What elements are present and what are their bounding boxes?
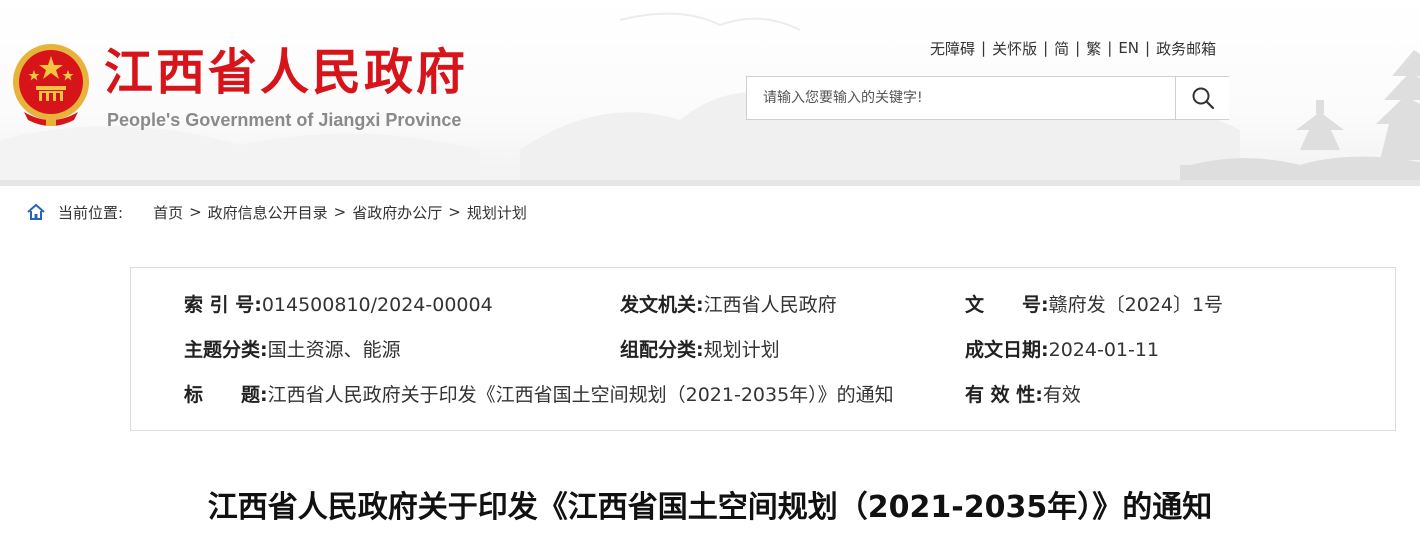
breadcrumb: 当前位置: 首页 > 政府信息公开目录 > 省政府办公厅 > 规划计划 — [26, 201, 527, 223]
link-gov-mail[interactable]: 政务邮箱 — [1156, 38, 1216, 59]
meta-value: 赣府发〔2024〕1号 — [1048, 294, 1224, 316]
breadcrumb-label: 当前位置: — [58, 203, 124, 222]
meta-label: 发文机关: — [620, 294, 704, 316]
search-box — [746, 76, 1229, 120]
meta-value: 江西省人民政府关于印发《江西省国土空间规划（2021-2035年）》的通知 — [267, 384, 894, 406]
separator: | — [1043, 39, 1049, 57]
separator: | — [1075, 39, 1081, 57]
search-icon — [1192, 87, 1214, 110]
breadcrumb-separator: > — [448, 203, 461, 221]
meta-doc-no: 文 号:赣府发〔2024〕1号 — [965, 292, 1223, 318]
link-accessibility[interactable]: 无障碍 — [930, 38, 975, 59]
meta-value: 国土资源、能源 — [267, 339, 401, 361]
breadcrumb-item-general-office[interactable]: 省政府办公厅 — [352, 202, 442, 223]
home-icon — [27, 203, 45, 220]
meta-validity: 有 效 性:有效 — [965, 382, 1081, 408]
separator: | — [981, 39, 987, 57]
breadcrumb-item-planning[interactable]: 规划计划 — [467, 202, 527, 223]
meta-value: 2024-01-11 — [1048, 339, 1160, 361]
breadcrumb-item-info-catalog[interactable]: 政府信息公开目录 — [208, 202, 328, 223]
meta-label: 成文日期: — [965, 339, 1049, 361]
meta-issuer: 发文机关:江西省人民政府 — [620, 292, 837, 318]
meta-index-no: 索 引 号:014500810/2024-00004 — [184, 292, 493, 318]
link-care-mode[interactable]: 关怀版 — [992, 38, 1037, 59]
meta-value: 有效 — [1042, 384, 1081, 406]
header-divider — [0, 180, 1420, 186]
meta-label: 文 号: — [965, 294, 1049, 316]
top-links: 无障碍 | 关怀版 | 简 | 繁 | EN | 政务邮箱 — [930, 37, 1216, 59]
search-button[interactable] — [1175, 77, 1229, 119]
meta-title: 标 题:江西省人民政府关于印发《江西省国土空间规划（2021-2035年）》的通… — [184, 382, 894, 408]
meta-label: 标 题: — [184, 384, 268, 406]
meta-label: 组配分类: — [620, 339, 704, 361]
breadcrumb-item-home[interactable]: 首页 — [153, 202, 183, 223]
meta-label: 有 效 性: — [965, 384, 1043, 406]
separator: | — [1107, 39, 1113, 57]
meta-topic: 主题分类:国土资源、能源 — [184, 337, 401, 363]
document-meta-box: 索 引 号:014500810/2024-00004 发文机关:江西省人民政府 … — [130, 267, 1396, 431]
site-subtitle: People's Government of Jiangxi Province — [107, 110, 462, 130]
meta-label: 索 引 号: — [184, 294, 262, 316]
meta-date: 成文日期:2024-01-11 — [965, 337, 1159, 363]
national-emblem-icon — [13, 44, 89, 126]
site-header: 江西省人民政府 People's Government of Jiangxi P… — [0, 0, 1420, 186]
meta-value: 江西省人民政府 — [703, 294, 837, 316]
site-title[interactable]: 江西省人民政府 — [104, 44, 468, 100]
meta-label: 主题分类: — [184, 339, 268, 361]
breadcrumb-separator: > — [333, 203, 347, 221]
link-simplified[interactable]: 简 — [1054, 38, 1069, 59]
link-traditional[interactable]: 繁 — [1086, 38, 1101, 59]
breadcrumb-separator: > — [189, 203, 202, 221]
meta-value: 014500810/2024-00004 — [261, 294, 493, 316]
article-title: 江西省人民政府关于印发《江西省国土空间规划（2021-2035年）》的通知 — [207, 490, 1213, 525]
meta-value: 规划计划 — [703, 339, 780, 361]
link-english[interactable]: EN — [1118, 39, 1139, 57]
search-input[interactable] — [747, 77, 1175, 119]
separator: | — [1145, 39, 1151, 57]
meta-category: 组配分类:规划计划 — [620, 337, 780, 363]
